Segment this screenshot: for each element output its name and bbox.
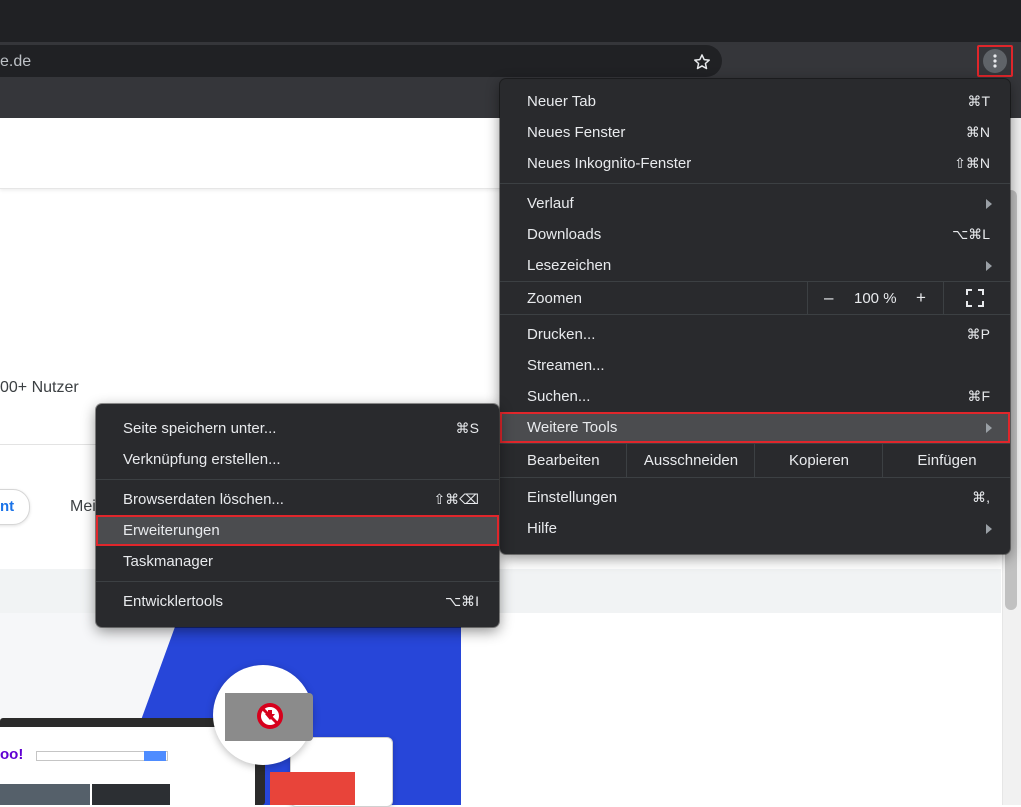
menu-item-label: Drucken... bbox=[527, 326, 596, 343]
zoom-controls: – 100 % + bbox=[807, 282, 944, 314]
edit-label: Bearbeiten bbox=[527, 452, 600, 469]
submenu-item-task-manager[interactable]: Taskmanager bbox=[96, 546, 499, 577]
cut-button[interactable]: Ausschneiden bbox=[626, 444, 755, 477]
kebab-menu-icon bbox=[993, 54, 997, 68]
fullscreen-icon[interactable] bbox=[966, 289, 984, 307]
chrome-menu-button[interactable] bbox=[977, 45, 1013, 77]
address-bar[interactable] bbox=[0, 45, 722, 77]
copy-button[interactable]: Kopieren bbox=[754, 444, 883, 477]
adblock-icon bbox=[257, 703, 283, 729]
menu-item-shortcut: ⌘F bbox=[967, 388, 990, 404]
menu-item-label: Erweiterungen bbox=[123, 522, 220, 539]
menu-edit-row: Bearbeiten Ausschneiden Kopieren Einfüge… bbox=[500, 443, 1010, 478]
menu-item-label: Einstellungen bbox=[527, 489, 618, 506]
menu-item-label: Entwicklertools bbox=[123, 593, 224, 610]
menu-item-shortcut: ⌥⌘L bbox=[952, 226, 990, 242]
menu-item-label: Seite speichern unter... bbox=[123, 420, 277, 437]
menu-item-bookmarks[interactable]: Lesezeichen bbox=[500, 250, 1010, 281]
menu-item-shortcut: ⇧⌘⌫ bbox=[433, 491, 479, 507]
install-button-label[interactable]: nt bbox=[0, 498, 14, 515]
menu-item-new-window[interactable]: Neues Fenster ⌘N bbox=[500, 117, 1010, 148]
menu-item-label: Neues Inkognito-Fenster bbox=[527, 155, 692, 172]
menu-separator bbox=[96, 581, 499, 582]
menu-item-shortcut: ⌘S bbox=[455, 420, 479, 436]
address-bar-url[interactable]: e.de bbox=[0, 53, 31, 71]
menu-item-label: Verknüpfung erstellen... bbox=[123, 451, 281, 468]
menu-item-new-tab[interactable]: Neuer Tab ⌘T bbox=[500, 86, 1010, 117]
submenu-item-create-shortcut[interactable]: Verknüpfung erstellen... bbox=[96, 444, 499, 475]
menu-zoom-row: Zoomen – 100 % + bbox=[500, 281, 1010, 315]
menu-item-print[interactable]: Drucken... ⌘P bbox=[500, 319, 1010, 350]
menu-item-downloads[interactable]: Downloads ⌥⌘L bbox=[500, 219, 1010, 250]
menu-item-label: Neues Fenster bbox=[527, 124, 626, 141]
menu-separator bbox=[500, 183, 1010, 184]
menu-item-find[interactable]: Suchen... ⌘F bbox=[500, 381, 1010, 412]
zoom-in-button[interactable]: + bbox=[916, 288, 926, 308]
menu-item-label: Taskmanager bbox=[123, 553, 214, 570]
submenu-item-dev-tools[interactable]: Entwicklertools ⌥⌘I bbox=[96, 586, 499, 617]
submenu-item-clear-data[interactable]: Browserdaten löschen... ⇧⌘⌫ bbox=[96, 484, 499, 515]
menu-item-label: Neuer Tab bbox=[527, 93, 596, 110]
menu-item-label: Hilfe bbox=[527, 520, 558, 537]
zoom-out-button[interactable]: – bbox=[824, 288, 833, 308]
menu-item-label: Streamen... bbox=[527, 357, 605, 374]
paste-button[interactable]: Einfügen bbox=[882, 444, 1011, 477]
zoom-label: Zoomen bbox=[527, 290, 583, 307]
submenu-arrow-icon bbox=[986, 198, 992, 209]
menu-item-shortcut: ⌘, bbox=[972, 489, 990, 505]
menu-item-shortcut: ⌘P bbox=[966, 326, 990, 342]
menu-item-label: Downloads bbox=[527, 226, 602, 243]
menu-item-shortcut: ⌘N bbox=[965, 124, 990, 140]
users-count-text: 00+ Nutzer bbox=[0, 379, 79, 396]
submenu-item-extensions[interactable]: Erweiterungen bbox=[96, 515, 499, 546]
submenu-arrow-icon bbox=[986, 422, 992, 433]
menu-item-label: Verlauf bbox=[527, 195, 574, 212]
yahoo-logo-text: oo! bbox=[0, 746, 24, 763]
menu-item-shortcut: ⌘T bbox=[967, 93, 990, 109]
star-icon[interactable] bbox=[692, 52, 712, 72]
submenu-item-save-page[interactable]: Seite speichern unter... ⌘S bbox=[96, 413, 499, 444]
menu-item-new-incognito[interactable]: Neues Inkognito-Fenster ⇧⌘N bbox=[500, 148, 1010, 179]
menu-item-cast[interactable]: Streamen... bbox=[500, 350, 1010, 381]
menu-item-label: Suchen... bbox=[527, 388, 591, 405]
more-link[interactable]: Mei bbox=[70, 498, 96, 516]
tablet-red-block bbox=[270, 772, 355, 805]
menu-item-history[interactable]: Verlauf bbox=[500, 188, 1010, 219]
menu-item-more-tools[interactable]: Weitere Tools bbox=[500, 412, 1010, 443]
more-tools-submenu: Seite speichern unter... ⌘S Verknüpfung … bbox=[96, 404, 499, 627]
submenu-arrow-icon bbox=[986, 260, 992, 271]
menu-item-help[interactable]: Hilfe bbox=[500, 513, 1010, 544]
menu-item-settings[interactable]: Einstellungen ⌘, bbox=[500, 482, 1010, 513]
menu-item-shortcut: ⇧⌘N bbox=[954, 155, 990, 171]
menu-item-label: Browserdaten löschen... bbox=[123, 491, 284, 508]
menu-item-shortcut: ⌥⌘I bbox=[444, 593, 479, 609]
browser-title-bar bbox=[0, 0, 1021, 42]
chrome-main-menu: Neuer Tab ⌘T Neues Fenster ⌘N Neues Inko… bbox=[500, 79, 1010, 554]
menu-item-label: Weitere Tools bbox=[527, 419, 618, 436]
news-image-dark bbox=[92, 784, 170, 805]
news-image bbox=[0, 784, 90, 805]
menu-item-label: Lesezeichen bbox=[527, 257, 612, 274]
zoom-level: 100 % bbox=[854, 289, 897, 307]
yahoo-search-button bbox=[144, 751, 166, 761]
menu-separator bbox=[96, 479, 499, 480]
submenu-arrow-icon bbox=[986, 523, 992, 534]
